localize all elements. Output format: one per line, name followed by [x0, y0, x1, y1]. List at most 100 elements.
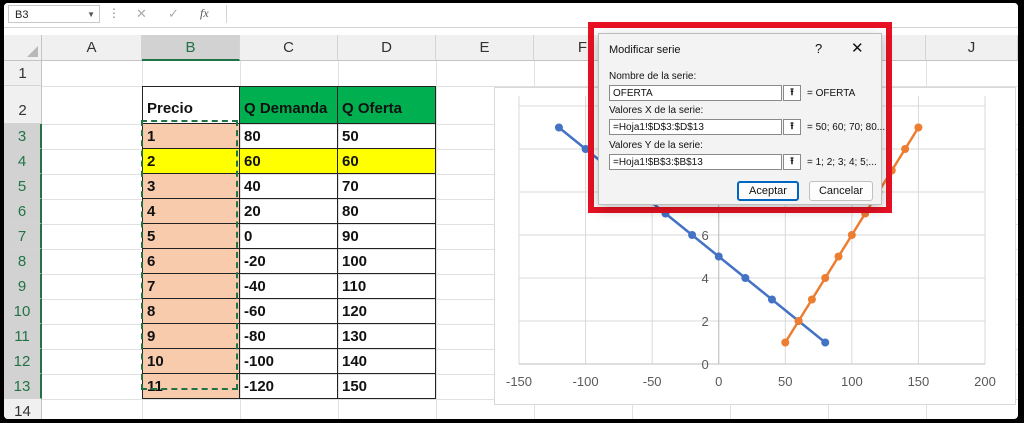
table-cell[interactable]: 10: [142, 349, 240, 374]
table-cell[interactable]: 5: [142, 224, 240, 249]
col-header-e[interactable]: E: [436, 35, 534, 61]
table-cell[interactable]: 2: [142, 149, 240, 174]
table-cell[interactable]: -40: [240, 274, 338, 299]
chart-point: [901, 145, 910, 153]
col-header-a[interactable]: A: [42, 35, 142, 61]
row-header-6[interactable]: 6: [4, 199, 42, 224]
edit-series-dialog: Modificar serie ? ✕ Nombre de la serie: …: [598, 33, 886, 205]
select-all-corner[interactable]: [4, 35, 42, 61]
series-name-label: Nombre de la serie:: [609, 71, 697, 82]
x-values-label: Valores X de la serie:: [609, 105, 704, 116]
chevron-down-icon[interactable]: ▼: [87, 6, 95, 24]
excel-window: B3 ▼ ⋮ ✕ ✓ fx A B C D E F G H I J 1 2 3 …: [4, 3, 1018, 419]
chart-x-tick-label: -100: [573, 374, 599, 389]
col-header-d[interactable]: D: [338, 35, 436, 61]
col-header-c[interactable]: C: [240, 35, 338, 61]
table-cell[interactable]: 50: [338, 124, 436, 149]
table-cell[interactable]: 0: [240, 224, 338, 249]
series-name-picker-icon[interactable]: ⭱: [783, 85, 801, 101]
col-header-j[interactable]: J: [926, 35, 1018, 61]
table-cell[interactable]: 7: [142, 274, 240, 299]
chart-point: [821, 274, 830, 282]
table-cell[interactable]: 4: [142, 199, 240, 224]
table-cell[interactable]: 80: [338, 199, 436, 224]
table-cell[interactable]: 110: [338, 274, 436, 299]
series-name-preview: = OFERTA: [807, 88, 856, 99]
table-cell[interactable]: 90: [338, 224, 436, 249]
help-icon[interactable]: ?: [815, 41, 822, 56]
row-header-13[interactable]: 13: [4, 374, 42, 399]
chart-x-tick-label: -150: [506, 374, 532, 389]
row-header-10[interactable]: 10: [4, 299, 42, 324]
table-header-cell[interactable]: Precio: [142, 86, 240, 124]
chart-point: [834, 252, 843, 261]
table-cell[interactable]: 70: [338, 174, 436, 199]
x-values-picker-icon[interactable]: ⭱: [783, 119, 801, 135]
table-cell[interactable]: -60: [240, 299, 338, 324]
row-header-12[interactable]: 12: [4, 349, 42, 374]
chart-x-tick-label: -50: [643, 374, 662, 389]
close-icon[interactable]: ✕: [851, 39, 864, 57]
chart-x-tick-label: 200: [974, 374, 996, 389]
dialog-title: Modificar serie: [609, 44, 681, 56]
table-cell[interactable]: -20: [240, 249, 338, 274]
row-header-7[interactable]: 7: [4, 224, 42, 249]
table-cell[interactable]: 100: [338, 249, 436, 274]
table-cell[interactable]: 8: [142, 299, 240, 324]
table-cell[interactable]: 80: [240, 124, 338, 149]
row-header-9[interactable]: 9: [4, 274, 42, 299]
table-header-cell[interactable]: Q Demanda: [240, 86, 338, 124]
chart-x-tick-label: 150: [908, 374, 930, 389]
table-cell[interactable]: 60: [338, 149, 436, 174]
x-values-input[interactable]: =Hoja1!$D$3:$D$13: [609, 119, 782, 135]
table-cell[interactable]: 1: [142, 124, 240, 149]
row-header-1[interactable]: 1: [4, 61, 42, 86]
row-header-2[interactable]: 2: [4, 86, 42, 124]
chart-point: [847, 231, 856, 239]
insert-function-icon[interactable]: fx: [200, 6, 209, 21]
table-cell[interactable]: -80: [240, 324, 338, 349]
table-cell[interactable]: 3: [142, 174, 240, 199]
table-cell[interactable]: -120: [240, 374, 338, 399]
cancel-edit-icon[interactable]: ✕: [136, 6, 147, 22]
table-cell[interactable]: 140: [338, 349, 436, 374]
table-cell[interactable]: 130: [338, 324, 436, 349]
chart-point: [807, 295, 816, 304]
chart-x-tick-label: 100: [841, 374, 863, 389]
table-header-cell[interactable]: Q Oferta: [338, 86, 436, 124]
cancel-button[interactable]: Cancelar: [809, 181, 873, 201]
chart-y-tick-label: 4: [701, 271, 708, 286]
row-header-11[interactable]: 11: [4, 324, 42, 349]
row-header-8[interactable]: 8: [4, 249, 42, 274]
chart-point: [741, 274, 750, 282]
table-cell[interactable]: -100: [240, 349, 338, 374]
table-cell[interactable]: 150: [338, 374, 436, 399]
formula-input[interactable]: [226, 5, 1017, 23]
confirm-edit-icon[interactable]: ✓: [168, 6, 179, 22]
accept-button[interactable]: Aceptar: [737, 181, 799, 201]
col-header-b[interactable]: B: [142, 35, 240, 61]
row-header-4[interactable]: 4: [4, 149, 42, 174]
chart-x-tick-label: 0: [715, 374, 722, 389]
x-values-preview: = 50; 60; 70; 80...: [807, 122, 886, 133]
y-values-input[interactable]: =Hoja1!$B$3:$B$13: [609, 154, 782, 170]
table-cell[interactable]: 11: [142, 374, 240, 399]
series-name-input[interactable]: OFERTA: [609, 85, 782, 101]
chart-point: [554, 123, 563, 132]
row-header-5[interactable]: 5: [4, 174, 42, 199]
row-header-3[interactable]: 3: [4, 124, 42, 149]
chart-point: [914, 123, 923, 132]
table-cell[interactable]: 20: [240, 199, 338, 224]
table-cell[interactable]: 40: [240, 174, 338, 199]
y-values-label: Valores Y de la serie:: [609, 140, 703, 151]
row-header-14[interactable]: 14: [4, 399, 42, 419]
table-cell[interactable]: 9: [142, 324, 240, 349]
name-box[interactable]: B3 ▼: [8, 5, 100, 23]
chart-y-tick-label: 2: [701, 314, 708, 329]
table-cell[interactable]: 60: [240, 149, 338, 174]
table-cell[interactable]: 6: [142, 249, 240, 274]
chart-y-tick-label: 0: [701, 357, 708, 372]
table-cell[interactable]: 120: [338, 299, 436, 324]
chart-point: [781, 338, 790, 347]
y-values-picker-icon[interactable]: ⭱: [783, 154, 801, 170]
